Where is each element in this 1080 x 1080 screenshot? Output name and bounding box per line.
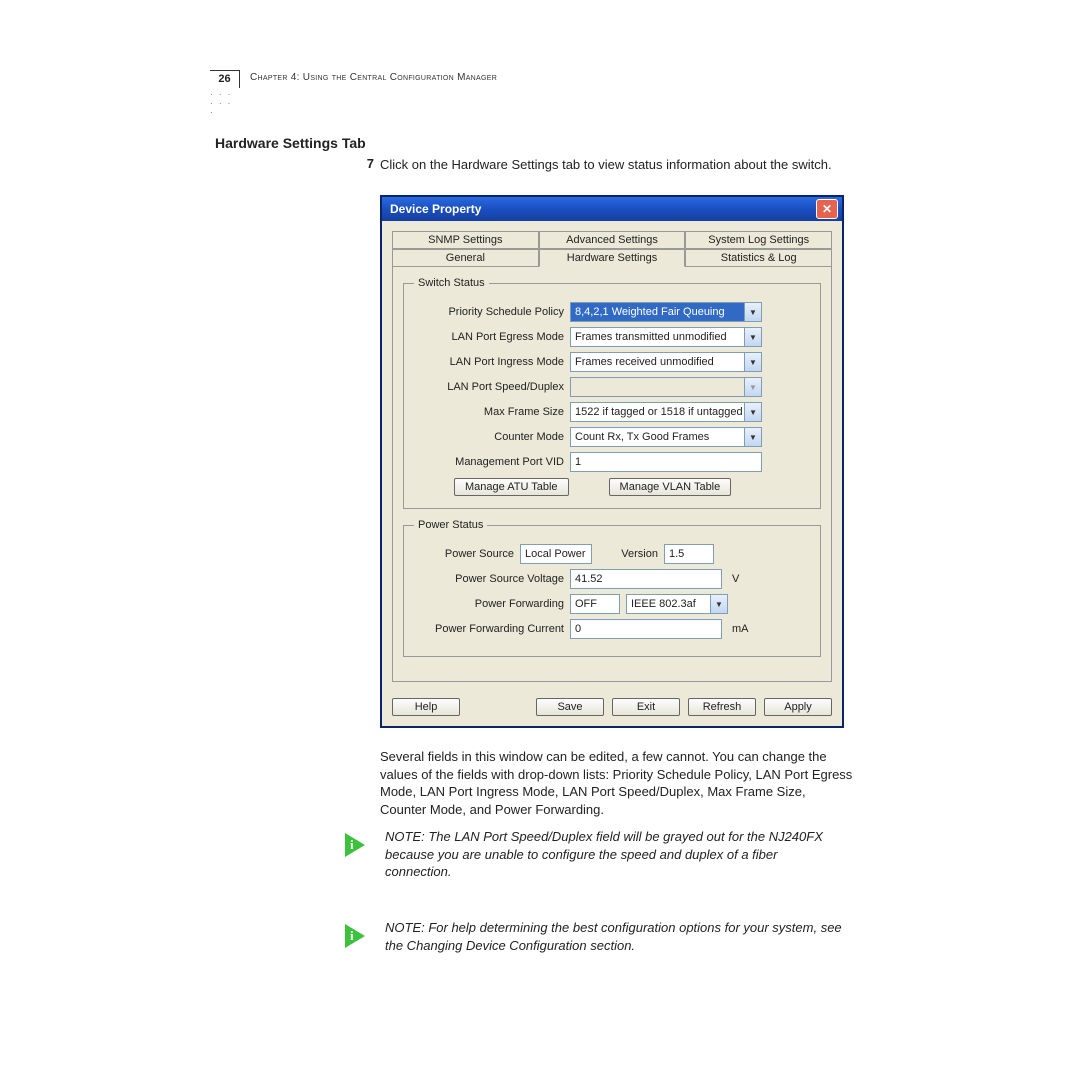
chevron-down-icon: ▼ xyxy=(744,353,761,371)
current-unit: mA xyxy=(732,623,749,635)
counter-value: Count Rx, Tx Good Frames xyxy=(571,431,713,443)
lan-port-speed-duplex-dropdown: ▼ xyxy=(570,377,762,397)
titlebar: Device Property ✕ xyxy=(382,197,842,221)
close-button[interactable]: ✕ xyxy=(816,199,838,219)
maxframe-value: 1522 if tagged or 1518 if untagged xyxy=(571,406,744,418)
switch-status-legend: Switch Status xyxy=(414,277,489,289)
counter-mode-dropdown[interactable]: Count Rx, Tx Good Frames ▼ xyxy=(570,427,762,447)
power-status-legend: Power Status xyxy=(414,519,487,531)
page-number: 26 xyxy=(210,70,240,88)
note-1: NOTE: The LAN Port Speed/Duplex field wi… xyxy=(385,828,845,881)
ingress-value: Frames received unmodified xyxy=(571,356,718,368)
refresh-button[interactable]: Refresh xyxy=(688,698,756,716)
tab-statistics-log[interactable]: Statistics & Log xyxy=(685,249,832,267)
tab-advanced-settings[interactable]: Advanced Settings xyxy=(539,231,686,249)
counter-mode-label: Counter Mode xyxy=(414,431,564,443)
section-title: Hardware Settings Tab xyxy=(215,135,366,151)
note-2: NOTE: For help determining the best conf… xyxy=(385,919,845,954)
chevron-down-icon: ▼ xyxy=(744,378,761,396)
max-frame-size-dropdown[interactable]: 1522 if tagged or 1518 if untagged ▼ xyxy=(570,402,762,422)
tab-general[interactable]: General xyxy=(392,249,539,267)
priority-value: 8,4,2,1 Weighted Fair Queuing xyxy=(571,303,744,321)
step-number: 7 xyxy=(360,156,374,171)
device-property-window: Device Property ✕ SNMP Settings Advanced… xyxy=(380,195,844,728)
power-forwarding-current-value: 0 xyxy=(570,619,722,639)
power-forwarding-std-dropdown[interactable]: IEEE 802.3af ▼ xyxy=(626,594,728,614)
switch-status-group: Switch Status Priority Schedule Policy 8… xyxy=(403,277,821,509)
decorative-dots: · · · · · · · xyxy=(210,90,240,117)
step-text: Click on the Hardware Settings tab to vi… xyxy=(380,156,870,174)
maxframe-label: Max Frame Size xyxy=(414,406,564,418)
voltage-label: Power Source Voltage xyxy=(414,573,564,585)
management-port-vid-input[interactable]: 1 xyxy=(570,452,762,472)
apply-button[interactable]: Apply xyxy=(764,698,832,716)
power-source-label: Power Source xyxy=(414,548,514,560)
exit-button[interactable]: Exit xyxy=(612,698,680,716)
speed-duplex-label: LAN Port Speed/Duplex xyxy=(414,381,564,393)
chevron-down-icon: ▼ xyxy=(744,428,761,446)
chapter-header: Chapter 4: Using the Central Configurati… xyxy=(250,72,497,83)
power-source-value: Local Power xyxy=(520,544,592,564)
info-icon: i xyxy=(345,833,369,857)
ingress-label: LAN Port Ingress Mode xyxy=(414,356,564,368)
priority-label: Priority Schedule Policy xyxy=(414,306,564,318)
tab-system-log-settings[interactable]: System Log Settings xyxy=(685,231,832,249)
forwarding-std-value: IEEE 802.3af xyxy=(627,598,700,610)
priority-schedule-policy-dropdown[interactable]: 8,4,2,1 Weighted Fair Queuing ▼ xyxy=(570,302,762,322)
version-label: Version xyxy=(598,548,658,560)
chevron-down-icon: ▼ xyxy=(744,403,761,421)
voltage-unit: V xyxy=(732,573,739,585)
lan-port-ingress-dropdown[interactable]: Frames received unmodified ▼ xyxy=(570,352,762,372)
chevron-down-icon: ▼ xyxy=(744,328,761,346)
current-label: Power Forwarding Current xyxy=(414,623,564,635)
chevron-down-icon: ▼ xyxy=(710,595,727,613)
window-title: Device Property xyxy=(390,202,481,216)
version-value: 1.5 xyxy=(664,544,714,564)
tab-snmp-settings[interactable]: SNMP Settings xyxy=(392,231,539,249)
manage-atu-table-button[interactable]: Manage ATU Table xyxy=(454,478,569,496)
tab-hardware-settings[interactable]: Hardware Settings xyxy=(539,249,686,267)
egress-label: LAN Port Egress Mode xyxy=(414,331,564,343)
info-icon: i xyxy=(345,924,369,948)
power-source-voltage-value: 41.52 xyxy=(570,569,722,589)
manage-vlan-table-button[interactable]: Manage VLAN Table xyxy=(609,478,732,496)
power-forwarding-value: OFF xyxy=(570,594,620,614)
chevron-down-icon: ▼ xyxy=(744,303,761,321)
power-status-group: Power Status Power Source Local Power Ve… xyxy=(403,519,821,657)
power-forwarding-label: Power Forwarding xyxy=(414,598,564,610)
lan-port-egress-dropdown[interactable]: Frames transmitted unmodified ▼ xyxy=(570,327,762,347)
save-button[interactable]: Save xyxy=(536,698,604,716)
mgmt-vid-label: Management Port VID xyxy=(414,456,564,468)
help-button[interactable]: Help xyxy=(392,698,460,716)
egress-value: Frames transmitted unmodified xyxy=(571,331,731,343)
body-paragraph: Several fields in this window can be edi… xyxy=(380,748,855,818)
